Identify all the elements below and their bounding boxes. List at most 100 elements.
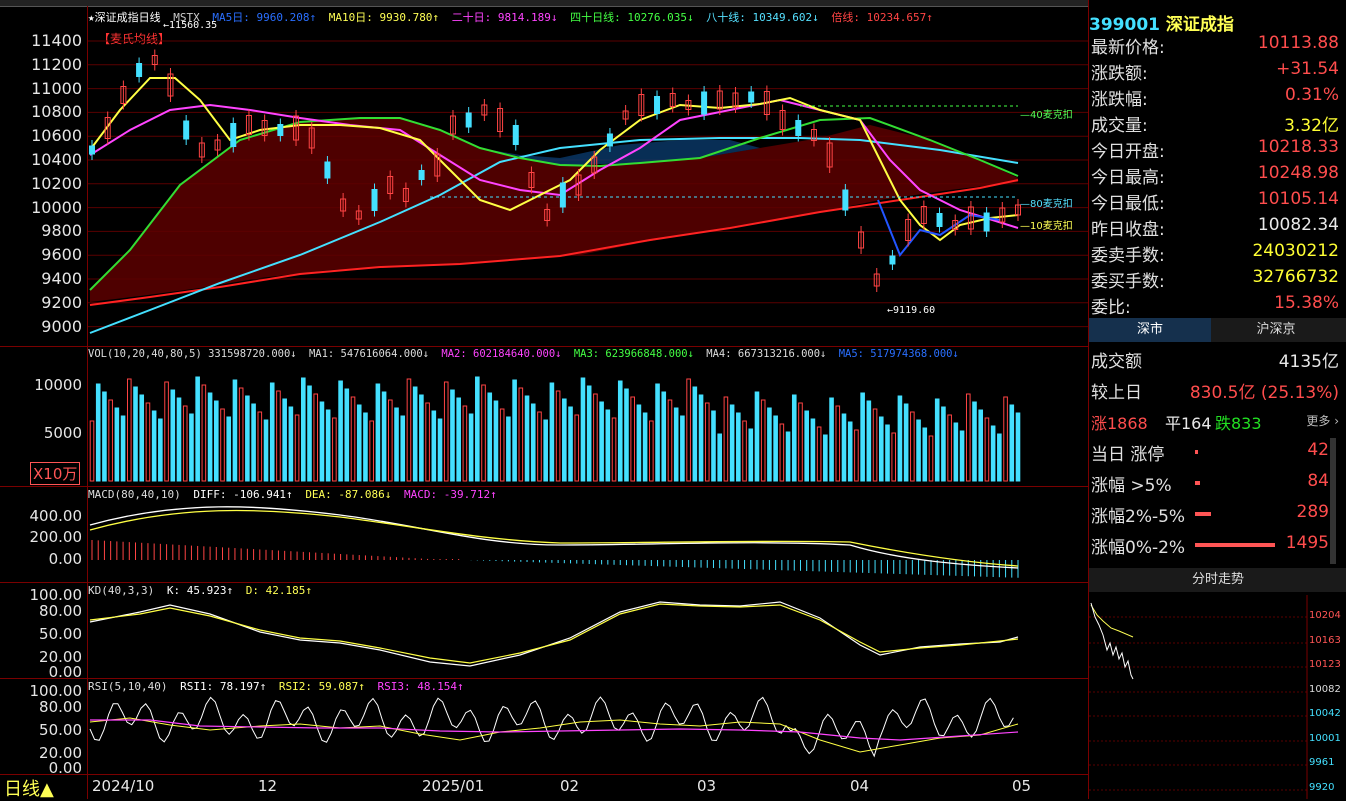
volume-bar (499, 408, 505, 482)
volume-bar (375, 383, 381, 482)
volume-bar (288, 406, 294, 482)
volume-bar (356, 404, 362, 482)
volume-bar (301, 377, 306, 482)
volume-bar (642, 412, 648, 482)
volume-bar (549, 382, 555, 482)
volume-bar (978, 409, 984, 482)
quote-row: 最新价格: 10113.88 (1091, 33, 1339, 58)
volume-bar (617, 380, 623, 482)
mark-10: —10麦克扣 (1020, 221, 1073, 232)
volume-bar (388, 399, 393, 482)
volume-bar (829, 397, 834, 482)
volume-bar (866, 400, 872, 482)
volume-bar (872, 408, 878, 482)
volume-bar (847, 421, 853, 482)
volume-bar (170, 389, 176, 482)
quote-row: 今日最高: 10248.98 (1091, 163, 1339, 188)
volume-bar (151, 410, 157, 482)
volume-bar (263, 419, 269, 482)
intraday-axis-label: 10001 (1309, 732, 1341, 744)
volume-bar (524, 395, 530, 482)
intraday-axis-label: 10042 (1309, 708, 1341, 719)
volume-bar (108, 399, 113, 482)
more-link[interactable]: 更多 › (1306, 412, 1339, 429)
volume-bar (655, 383, 660, 482)
volume-bar (624, 388, 629, 482)
volume-bar (1003, 396, 1008, 482)
volume-bar (189, 413, 194, 482)
volume-bar (711, 410, 716, 482)
volume-bar (164, 381, 169, 482)
volume-bar (276, 390, 281, 482)
quote-row: 委卖手数: 24030212 (1091, 241, 1339, 266)
tab-shenzhen[interactable]: 深市 (1089, 318, 1211, 342)
volume-bar (667, 399, 673, 482)
volume-bar (965, 393, 971, 482)
volume-bar (1009, 404, 1015, 482)
quote-row: 成交量: 3.32亿 (1091, 116, 1339, 136)
volume-bar (425, 402, 430, 482)
quote-row: 委买手数: 32766732 (1091, 267, 1339, 292)
quote-title: 399001 深证成指 (1089, 10, 1234, 35)
volume-bar (238, 387, 244, 482)
volume-bar (854, 429, 859, 482)
rise-stat-bar (1195, 512, 1211, 516)
low-marker: ←9119.60 (887, 305, 936, 316)
volume-bar (313, 393, 319, 482)
volume-bar (860, 392, 865, 482)
rise-stat-row: 涨幅2%-5% 289 (1091, 502, 1329, 527)
volume-bar (586, 385, 592, 482)
volume-bar (673, 407, 679, 482)
volume-bar (245, 395, 250, 482)
volume-bar (506, 416, 511, 482)
index-name: 深证成指 (1165, 15, 1234, 35)
volume-bar (767, 407, 772, 482)
volume-bar (810, 418, 816, 482)
volume-bar (102, 391, 107, 482)
volume-bar (680, 415, 685, 482)
scrollbar[interactable] (1330, 438, 1336, 564)
volume-bar (325, 409, 331, 482)
volume-bar (419, 394, 424, 482)
volume-bar (580, 377, 586, 482)
quote-row: 涨跌幅: 0.31% (1091, 85, 1339, 110)
quote-row: 涨跌额: +31.54 (1091, 59, 1339, 84)
volume-bar (394, 407, 399, 482)
kline-chart-area[interactable]: ★深证成指日线 MSTX MA5日: 9960.208↑ MA10日: 9930… (0, 0, 1088, 800)
volume-bar (934, 398, 940, 482)
volume-bar (319, 401, 325, 482)
volume-bar (928, 435, 934, 482)
volume-bar (717, 433, 722, 482)
volume-bar (649, 420, 654, 482)
volume-bar (307, 385, 312, 482)
tab-all-markets[interactable]: 沪深京 (1213, 318, 1339, 342)
intraday-axis-label: 9920 (1309, 781, 1335, 793)
volume-bar (736, 412, 741, 482)
volume-bar (1015, 412, 1021, 482)
breadth-row: 涨1868 平164 跌833 更多 › (1091, 412, 1339, 433)
volume-bar (220, 408, 225, 482)
volume-bar (897, 395, 903, 482)
volume-bar (201, 384, 207, 482)
volume-bar (922, 427, 928, 482)
volume-bar (114, 407, 120, 482)
volume-bar (294, 414, 300, 482)
volume-bar (568, 406, 573, 482)
turnover-row: 成交额 4135亿 (1091, 352, 1339, 372)
quote-row: 今日开盘: 10218.33 (1091, 137, 1339, 162)
volume-bar (543, 419, 548, 482)
volume-bar (195, 376, 200, 482)
intraday-mini-chart (1089, 595, 1308, 799)
volume-bar (804, 410, 809, 482)
volume-bar (332, 417, 337, 482)
volume-bar (947, 414, 952, 482)
volume-bar (475, 376, 480, 482)
volume-bar (760, 399, 766, 482)
volume-bar (158, 418, 163, 482)
volume-bar (431, 410, 437, 482)
volume-bar (841, 413, 847, 482)
volume-bar (878, 416, 884, 482)
volume-bar (226, 416, 232, 482)
plot-svg (88, 40, 1088, 758)
volume-bar (636, 404, 642, 482)
